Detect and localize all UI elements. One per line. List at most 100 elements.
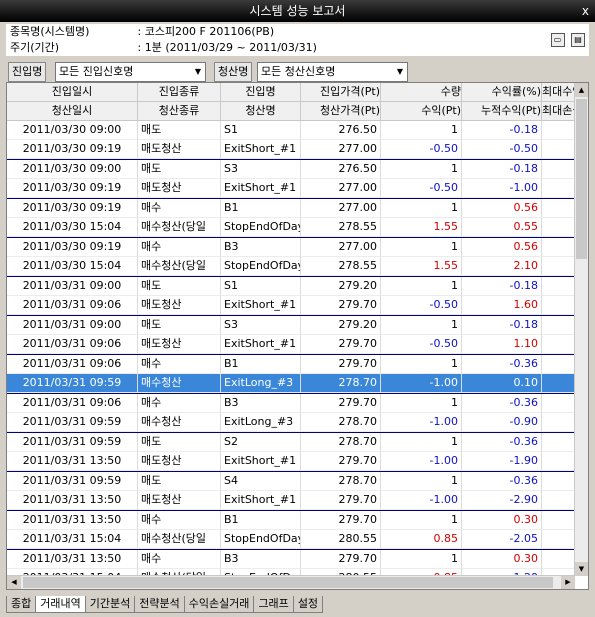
table-row[interactable]: 2011/03/31 09:06 매수 B3 279.70 1 -0.36 [7,394,575,413]
header-entry-type[interactable]: 진입종류 [138,83,221,102]
header-exit-type[interactable]: 청산종류 [138,102,221,121]
tab-5[interactable]: 그래프 [253,596,294,613]
cell-datetime: 2011/03/31 09:59 [7,374,138,393]
table-row[interactable]: 2011/03/31 09:06 매도청산 ExitShort_#1 279.70 -0… [7,335,575,354]
horizontal-scrollbar[interactable]: ◀ ▶ [7,575,575,589]
table-row[interactable]: 2011/03/31 09:59 매도 S2 278.70 1 -0.36 [7,433,575,452]
cell-extra [542,452,575,471]
cell-quantity-profit: 1 [381,316,462,335]
cell-signal-name: B3 [221,550,301,569]
table-row[interactable]: 2011/03/31 09:59 매수청산 ExitLong_#3 278.70 -1.… [7,413,575,432]
table-row[interactable]: 2011/03/31 09:06 매수 B1 279.70 1 -0.36 [7,355,575,374]
header-exit-name[interactable]: 청산명 [221,102,301,121]
tab-6[interactable]: 설정 [292,596,324,613]
trade-group: 2011/03/31 09:00 매도 S1 279.20 1 -0.18 2011/03/… [7,277,575,316]
cell-return: -0.36 [462,355,542,374]
table-row[interactable]: 2011/03/30 09:00 매도 S3 276.50 1 -0.18 [7,160,575,179]
cell-extra [542,472,575,491]
table-row[interactable]: 2011/03/30 09:19 매도청산 ExitShort_#1 277.00 -0… [7,140,575,159]
header-profit[interactable]: 수익(Pt) [381,102,462,121]
scroll-down-icon[interactable]: ▼ [575,562,588,576]
table-row[interactable]: 2011/03/31 09:00 매도 S3 279.20 1 -0.18 [7,316,575,335]
table-row[interactable]: 2011/03/31 09:06 매도청산 ExitShort_#1 279.70 -0… [7,296,575,315]
cell-type: 매도청산 [138,491,221,510]
cell-extra [542,199,575,218]
cell-price: 277.00 [301,179,381,198]
header-entry-datetime[interactable]: 진입일시 [7,83,138,102]
scroll-left-icon[interactable]: ◀ [7,576,21,589]
table-row[interactable]: 2011/03/31 09:00 매도 S1 279.20 1 -0.18 [7,277,575,296]
cell-datetime: 2011/03/31 09:06 [7,394,138,413]
grid-viewport: 진입일시 진입종류 진입명 진입가격(Pt) 수량 수익률(%) 최대수익 청산… [7,83,575,576]
cell-quantity-profit: 1 [381,355,462,374]
header-entry-price[interactable]: 진입가격(Pt) [301,83,381,102]
cell-return: -0.36 [462,433,542,452]
cell-type: 매도청산 [138,296,221,315]
table-row[interactable]: 2011/03/31 13:50 매수 B3 279.70 1 0.30 [7,550,575,569]
table-row[interactable]: 2011/03/30 15:04 매수청산(당일 StopEndOfDay 278.5… [7,218,575,237]
chevron-down-icon[interactable]: ▼ [393,63,407,81]
scroll-thumb-horizontal[interactable] [23,577,553,588]
cell-type: 매도 [138,433,221,452]
cell-type: 매도 [138,121,221,140]
table-row[interactable]: 2011/03/30 09:19 매도청산 ExitShort_#1 277.00 -0… [7,179,575,198]
cell-price: 279.70 [301,355,381,374]
tab-4[interactable]: 수익손실거래 [183,596,255,613]
table-row[interactable]: 2011/03/30 09:00 매도 S1 276.50 1 -0.18 [7,121,575,140]
cell-price: 278.70 [301,413,381,432]
cell-return: -2.90 [462,491,542,510]
cell-extra [542,374,575,393]
cell-quantity-profit: 1 [381,550,462,569]
period-label: 주기(기간) [10,41,60,54]
table-row[interactable]: 2011/03/31 15:04매수청산(당일StopEndOfDay280.5… [7,530,575,549]
cell-extra [542,355,575,374]
header-return-pct[interactable]: 수익률(%) [462,83,542,102]
table-row[interactable]: 2011/03/31 13:50 매도청산 ExitShort_#1 279.70 -1… [7,452,575,471]
header-exit-price[interactable]: 청산가격(Pt) [301,102,381,121]
header-cumulative-profit[interactable]: 누적수익(Pt) [462,102,542,121]
header-exit-datetime[interactable]: 청산일시 [7,102,138,121]
exit-filter-select[interactable]: 모든 청산신호명 ▼ [257,62,408,82]
cell-quantity-profit: -1.00 [381,374,462,393]
cell-extra [542,413,575,432]
table-row[interactable]: 2011/03/31 13:50 매수 B1 279.70 1 0.30 [7,511,575,530]
cell-datetime: 2011/03/30 09:00 [7,121,138,140]
cell-price: 278.55 [301,218,381,237]
header-entry-name[interactable]: 진입명 [221,83,301,102]
trade-history-grid[interactable]: 진입일시 진입종류 진입명 진입가격(Pt) 수량 수익률(%) 최대수익 청산… [6,82,589,590]
save-icon[interactable]: ▭ [550,33,565,47]
cell-type: 매수 [138,238,221,257]
cell-quantity-profit: 1.55 [381,257,462,276]
table-row[interactable]: 2011/03/31 09:59 매도 S4 278.70 1 -0.36 [7,472,575,491]
cell-type: 매수청산 [138,413,221,432]
trade-group: 2011/03/31 09:00 매도 S3 279.20 1 -0.18 2011/03/… [7,316,575,355]
table-row[interactable]: 2011/03/30 09:19 매수 B1 277.00 1 0.56 [7,199,575,218]
scroll-up-icon[interactable]: ▲ [575,83,588,97]
tab-1[interactable]: 거래내역 [35,596,86,613]
scroll-thumb[interactable] [576,99,587,259]
cell-extra [542,530,575,549]
entry-filter-select[interactable]: 모든 진입신호명 ▼ [55,62,206,82]
cell-quantity-profit: 1 [381,277,462,296]
cell-signal-name: S3 [221,316,301,335]
tab-2[interactable]: 기간분석 [84,596,136,613]
tab-3[interactable]: 전략분석 [134,596,185,613]
tab-0[interactable]: 종합 [6,596,37,613]
table-row[interactable]: 2011/03/30 15:04 매수청산(당일 StopEndOfDay 278.5… [7,257,575,276]
chevron-down-icon[interactable]: ▼ [191,63,205,81]
header-quantity[interactable]: 수량 [381,83,462,102]
cell-signal-name: B1 [221,199,301,218]
close-icon[interactable]: x [582,0,589,22]
trade-group: 2011/03/30 09:19 매수 B3 277.00 1 0.56 2011/03/3… [7,238,575,277]
cell-price: 279.20 [301,316,381,335]
cell-quantity-profit: -1.00 [381,452,462,471]
header-max-loss[interactable]: 최대손실 [542,102,575,121]
print-icon[interactable]: ▤ [571,33,585,47]
scroll-right-icon[interactable]: ▶ [561,576,575,589]
table-row[interactable]: 2011/03/31 09:59 매수청산 ExitLong_#3 278.70 -1.… [7,374,575,393]
table-row[interactable]: 2011/03/30 09:19 매수 B3 277.00 1 0.56 [7,238,575,257]
cell-extra [542,491,575,510]
table-row[interactable]: 2011/03/31 13:50 매도청산 ExitShort_#1 279.70 -1… [7,491,575,510]
header-max-profit[interactable]: 최대수익 [542,83,575,102]
vertical-scrollbar[interactable]: ▲ ▼ [574,83,588,576]
